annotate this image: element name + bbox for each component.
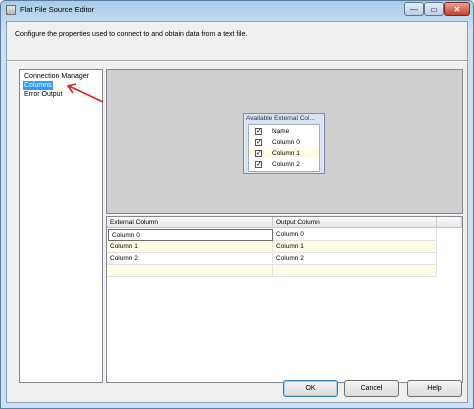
output-column-cell[interactable]: Column 0 xyxy=(273,229,437,241)
checkbox[interactable]: ✓ xyxy=(255,149,262,157)
title-bar[interactable]: Flat File Source Editor — ▭ ✕ xyxy=(1,1,473,21)
window-title: Flat File Source Editor xyxy=(20,5,95,14)
external-column-cell[interactable]: Column 0 xyxy=(108,229,273,241)
header-divider xyxy=(7,60,467,62)
column-mapping-grid: External Column Output Column Column 0 C… xyxy=(106,216,463,383)
checkbox[interactable]: ✓ xyxy=(255,138,262,146)
external-column-label: Name xyxy=(272,127,290,135)
external-column-cell[interactable]: Column 1 xyxy=(107,241,273,253)
grid-header-output-column[interactable]: Output Column xyxy=(273,217,437,228)
external-column-label: Column 2 xyxy=(272,160,300,168)
external-column-cell[interactable]: Column 2 xyxy=(107,253,273,265)
grid-header-filler xyxy=(437,217,462,228)
annotation-arrow xyxy=(66,83,104,103)
ok-button[interactable]: OK xyxy=(283,380,338,397)
minimize-button[interactable]: — xyxy=(404,2,424,16)
new-row-cell[interactable] xyxy=(273,265,437,277)
output-column-cell[interactable]: Column 1 xyxy=(273,241,437,253)
available-external-columns-box[interactable]: Available External Col... ✓ Name ✓ Colum… xyxy=(243,113,325,174)
available-external-columns-title: Available External Col... xyxy=(246,115,315,122)
external-column-row[interactable]: ✓ Column 1 xyxy=(249,148,319,158)
new-row-cell[interactable] xyxy=(107,265,273,277)
output-column-cell[interactable]: Column 2 xyxy=(273,253,437,265)
external-column-row[interactable]: ✓ Column 0 xyxy=(249,137,319,147)
external-columns-list: ✓ Name ✓ Column 0 ✓ Column 1 ✓ Column 2 xyxy=(248,124,320,172)
checkbox[interactable]: ✓ xyxy=(255,127,262,135)
dialog-description: Configure the properties used to connect… xyxy=(15,31,248,38)
external-column-row[interactable]: ✓ Column 2 xyxy=(249,159,319,169)
maximize-button[interactable]: ▭ xyxy=(424,2,444,16)
nav-item-error-output[interactable]: Error Output xyxy=(23,90,64,99)
close-button[interactable]: ✕ xyxy=(444,2,470,16)
external-column-label: Column 1 xyxy=(272,149,300,157)
nav-panel: Connection Manager Columns Error Output xyxy=(19,69,103,383)
help-button[interactable]: Help xyxy=(407,380,462,397)
cancel-button[interactable]: Cancel xyxy=(344,380,399,397)
dialog-window: Flat File Source Editor — ▭ ✕ Configure … xyxy=(0,0,474,409)
external-column-label: Column 0 xyxy=(272,138,300,146)
dialog-client: Configure the properties used to connect… xyxy=(6,21,468,403)
external-column-row[interactable]: ✓ Name xyxy=(249,126,319,136)
app-icon xyxy=(6,5,16,15)
grid-header-external-column[interactable]: External Column xyxy=(107,217,273,228)
nav-item-columns[interactable]: Columns xyxy=(23,81,53,90)
checkbox[interactable]: ✓ xyxy=(255,160,262,168)
nav-item-connection-manager[interactable]: Connection Manager xyxy=(23,72,90,81)
